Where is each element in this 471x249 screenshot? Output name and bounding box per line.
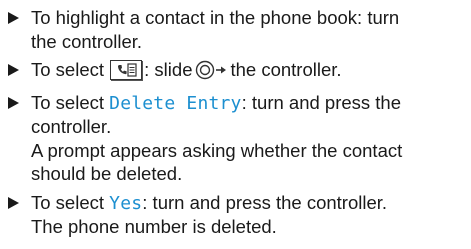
- menu-term-yes: Yes: [109, 192, 143, 214]
- step-text: To select: [31, 91, 105, 113]
- step-text: the controller.: [31, 30, 143, 52]
- bullet-arrow-icon: [8, 96, 19, 109]
- step-result: A prompt appears asking whether the cont…: [31, 139, 403, 161]
- phone-book-icon: [110, 60, 143, 80]
- bullet-arrow-icon: [8, 64, 19, 76]
- step-text: To highlight a contact in the phone book…: [31, 7, 400, 28]
- step-text: controller.: [31, 116, 112, 137]
- step-highlight-contact: To highlight a contact in the phone book…: [7, 6, 465, 53]
- instruction-page: To highlight a contact in the phone book…: [0, 0, 471, 249]
- bullet-arrow-icon: [8, 196, 19, 209]
- step-text: : turn and press the controller.: [142, 191, 388, 213]
- step-select-yes: To select Yes: turn and press the contro…: [7, 191, 465, 239]
- step-result: should be deleted.: [31, 163, 183, 184]
- step-text: : turn and press the: [241, 91, 402, 113]
- step-text: : slide: [144, 59, 193, 80]
- step-text: To select: [31, 191, 105, 213]
- step-text: the controller.: [230, 59, 342, 80]
- step-result: The phone number is deleted.: [31, 216, 277, 237]
- step-select-delete-entry: To select Delete Entry: turn and press t…: [7, 91, 465, 186]
- step-text: To select: [31, 59, 105, 80]
- menu-term-delete-entry: Delete Entry: [109, 92, 242, 114]
- step-select-phonebook-key: To select : slide the controller.: [7, 58, 465, 86]
- bullet-arrow-icon: [8, 12, 19, 24]
- controller-slide-right-icon: [195, 60, 227, 86]
- instruction-steps: To highlight a contact in the phone book…: [7, 6, 465, 239]
